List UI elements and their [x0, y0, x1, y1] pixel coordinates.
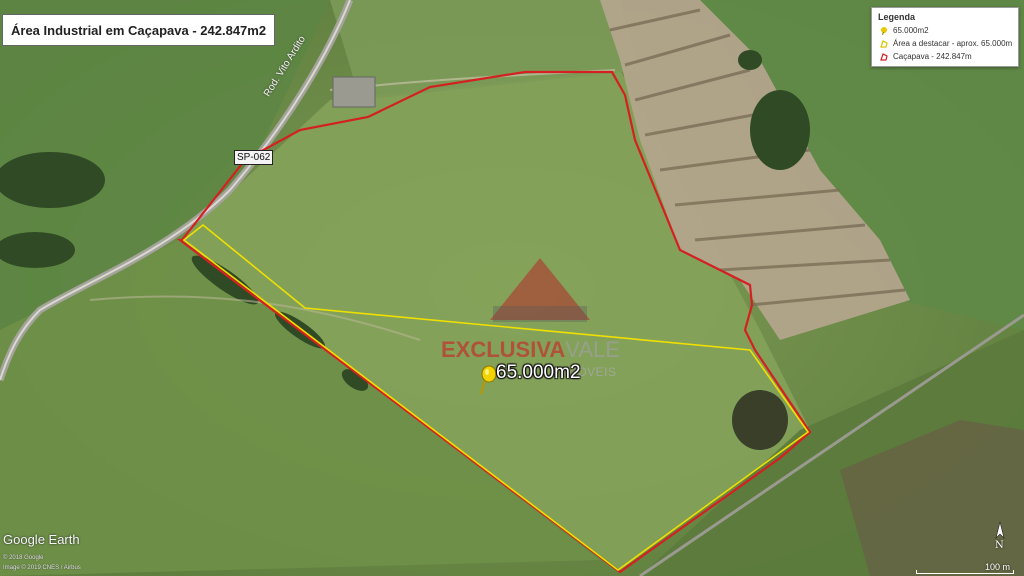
legend-item[interactable]: Área a destacar - aprox. 65.000m — [880, 39, 1012, 48]
polygon-yellow-icon — [880, 39, 888, 48]
legend-item-label: Área a destacar - aprox. 65.000m — [893, 39, 1013, 48]
pushpin-icon — [881, 26, 887, 35]
legend-item-label: Caçapava - 242.847m — [893, 52, 972, 61]
north-arrow-icon — [995, 521, 1005, 539]
road-shield-label: SP-062 — [234, 150, 274, 165]
compass[interactable]: N — [989, 520, 1011, 554]
map-title: Área Industrial em Caçapava - 242.847m2 — [2, 14, 276, 46]
polygon-red-icon — [880, 52, 888, 61]
watermark-brand-part2: VALE — [565, 337, 620, 362]
legend-item[interactable]: 65.000m2 — [880, 26, 929, 35]
google-earth-logo: Google Earth — [3, 532, 80, 547]
satellite-image — [0, 0, 1024, 576]
legend-heading: Legenda — [878, 12, 916, 22]
substation-building — [332, 76, 376, 108]
watermark-brand: EXCLUSIVAVALE — [441, 337, 620, 363]
north-label: N — [995, 540, 1004, 551]
scale-bar: 100 m — [916, 562, 1014, 575]
watermark-brand-part1: EXCLUSIVA — [441, 337, 566, 362]
credit-google: © 2018 Google — [3, 555, 44, 561]
credit-imagery: Image © 2019 CNES / Airbus — [3, 565, 81, 571]
map-view[interactable]: Área Industrial em Caçapava - 242.847m2 … — [0, 0, 1024, 576]
scale-bar-label: 100 m — [984, 562, 1010, 572]
placemark-label[interactable]: 65.000m2 — [496, 362, 581, 384]
legend-panel: Legenda 65.000m2 Área a destacar - aprox… — [871, 7, 1019, 67]
legend-item[interactable]: Caçapava - 242.847m — [880, 52, 972, 61]
legend-item-label: 65.000m2 — [893, 26, 929, 35]
